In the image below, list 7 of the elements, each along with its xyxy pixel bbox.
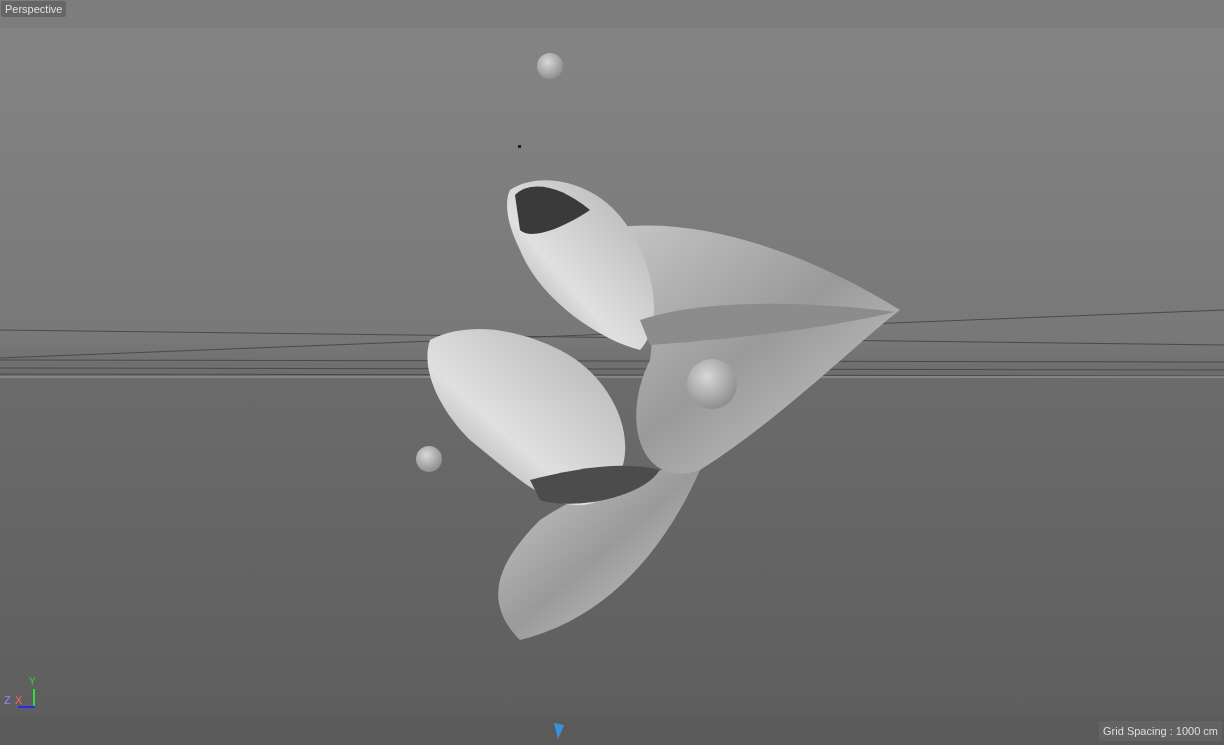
- z-axis-label: Z: [4, 695, 11, 706]
- viewport[interactable]: Perspective Y Z X: [0, 0, 1224, 717]
- timeline-marker-icon[interactable]: [554, 723, 564, 739]
- camera-label[interactable]: Perspective: [1, 1, 67, 17]
- y-axis-label: Y: [29, 677, 36, 687]
- x-axis-label: X: [15, 695, 23, 706]
- grid-spacing-label: Grid Spacing : 1000 cm: [1099, 720, 1222, 742]
